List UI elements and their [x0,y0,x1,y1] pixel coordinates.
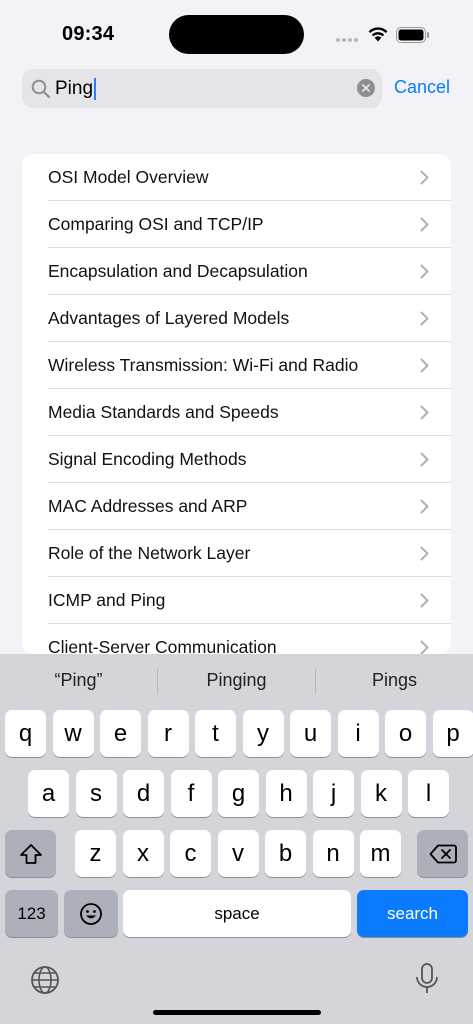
emoji-icon [80,902,102,925]
key-g[interactable]: g [218,770,259,817]
key-d[interactable]: d [123,770,164,817]
key-p[interactable]: p [432,710,473,757]
list-item-label: Comparing OSI and TCP/IP [48,214,264,234]
list-item[interactable]: Encapsulation and Decapsulation [22,248,451,295]
suggestion-pings[interactable]: Pings [316,670,473,691]
key-r[interactable]: r [147,710,189,757]
search-input[interactable]: Ping [55,78,97,100]
text-caret [94,78,97,100]
key-b[interactable]: b [265,830,306,877]
key-u[interactable]: u [290,710,331,757]
list-item-label: ICMP and Ping [48,590,166,610]
shift-icon [19,843,42,864]
search-icon [31,79,51,99]
key-s[interactable]: s [75,770,117,817]
suggestion-quoted[interactable]: “Ping” [0,670,157,691]
microphone-icon[interactable] [414,962,440,996]
list-item-label: Media Standards and Speeds [48,402,279,422]
chevron-right-icon [420,170,429,185]
list-item[interactable]: Wireless Transmission: Wi-Fi and Radio [22,342,451,389]
key-z[interactable]: z [75,830,116,877]
status-time: 09:34 [62,23,115,45]
list-item[interactable]: Comparing OSI and TCP/IP [22,201,451,248]
chevron-right-icon [420,311,429,326]
key-w[interactable]: w [52,710,94,757]
key-o[interactable]: o [385,710,426,757]
key-f[interactable]: f [170,770,212,817]
key-e[interactable]: e [100,710,141,757]
list-item-label: MAC Addresses and ARP [48,496,248,516]
key-v[interactable]: v [217,830,259,877]
cancel-button[interactable]: Cancel [394,77,450,98]
list-item-label: OSI Model Overview [48,167,209,187]
key-c[interactable]: c [170,830,211,877]
suggestion-pinging[interactable]: Pinging [158,670,315,691]
battery-icon [396,27,429,43]
list-item-label: Wireless Transmission: Wi-Fi and Radio [48,355,359,375]
chevron-right-icon [420,264,429,279]
numbers-key[interactable]: 123 [5,890,58,937]
shift-key[interactable] [5,830,56,877]
chevron-right-icon [420,452,429,467]
list-item-label: Role of the Network Layer [48,543,251,563]
space-key[interactable]: space [123,890,351,937]
key-q[interactable]: q [5,710,46,757]
key-y[interactable]: y [242,710,284,757]
key-k[interactable]: k [360,770,402,817]
search-key[interactable]: search [357,890,468,937]
key-h[interactable]: h [265,770,307,817]
key-x[interactable]: x [122,830,164,877]
key-l[interactable]: l [408,770,449,817]
key-j[interactable]: j [313,770,354,817]
cellular-signal-icon [336,38,358,42]
chevron-right-icon [420,405,429,420]
chevron-right-icon [420,593,429,608]
results-list: OSI Model Overview Comparing OSI and TCP/… [22,154,451,654]
list-item-label: Signal Encoding Methods [48,449,247,469]
key-t[interactable]: t [195,710,236,757]
home-indicator [153,1010,321,1015]
chevron-right-icon [420,546,429,561]
list-item[interactable]: Advantages of Layered Models [22,295,451,342]
list-item[interactable]: Role of the Network Layer [22,530,451,577]
delete-icon [429,844,457,863]
status-bar: 09:34 [0,0,473,62]
clear-icon[interactable] [357,79,375,97]
dynamic-island [169,15,304,54]
list-item[interactable]: Signal Encoding Methods [22,436,451,483]
suggestion-bar: “Ping” Pinging Pings [0,654,473,706]
list-item-label: Advantages of Layered Models [48,308,290,328]
list-item[interactable]: OSI Model Overview [22,154,451,201]
key-m[interactable]: m [360,830,401,877]
chevron-right-icon [420,499,429,514]
chevron-right-icon [420,640,429,654]
list-item[interactable]: ICMP and Ping [22,577,451,624]
list-item[interactable]: Media Standards and Speeds [22,389,451,436]
list-item[interactable]: MAC Addresses and ARP [22,483,451,530]
wifi-icon [368,27,388,42]
emoji-key[interactable] [64,890,118,937]
key-n[interactable]: n [312,830,354,877]
list-item-label: Client-Server Communication [48,637,277,654]
search-query: Ping [55,78,94,99]
list-item-label: Encapsulation and Decapsulation [48,261,308,281]
delete-key[interactable] [417,830,468,877]
key-i[interactable]: i [337,710,379,757]
keyboard: “Ping” Pinging Pings 123 space search q … [0,654,473,1024]
list-item[interactable]: Client-Server Communication [22,624,451,654]
key-a[interactable]: a [28,770,69,817]
chevron-right-icon [420,358,429,373]
search-field[interactable]: Ping [22,69,382,108]
chevron-right-icon [420,217,429,232]
globe-icon[interactable] [29,964,61,996]
